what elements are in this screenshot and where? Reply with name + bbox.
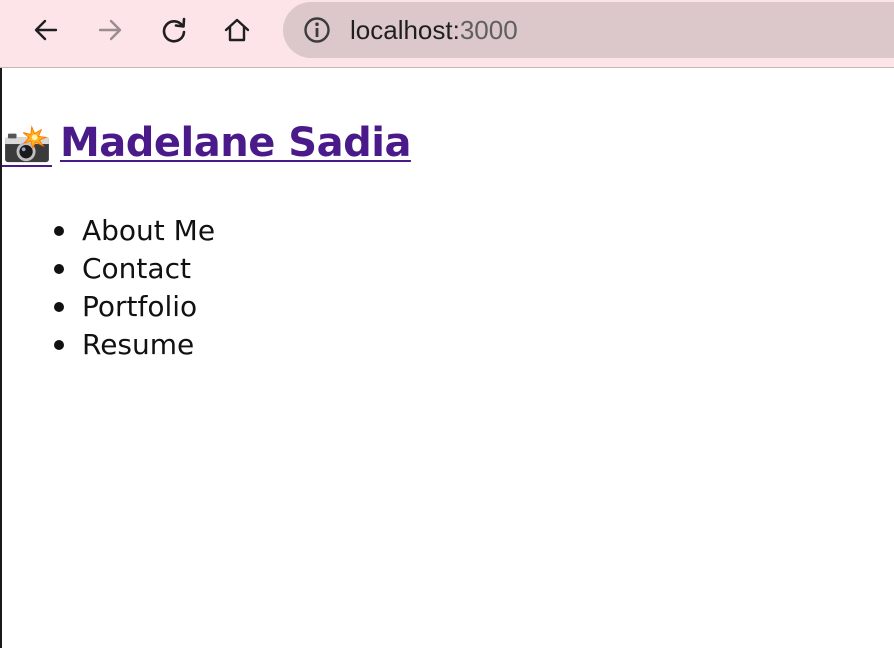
url-host: localhost: [350,15,460,45]
nav-item-portfolio[interactable]: Portfolio [54,288,215,326]
info-icon-glyph [304,17,330,43]
site-title: Madelane Sadia [60,120,411,166]
page-content: Madelane Sadia About Me Contact Portfoli… [2,69,894,648]
nav-item-label: Resume [82,328,195,361]
nav-item-label: Contact [82,252,191,285]
nav-item-label: About Me [82,214,216,247]
arrow-right-icon [98,19,122,41]
info-icon[interactable] [303,16,331,44]
home-button[interactable] [217,10,257,50]
bullet [54,302,64,312]
url-port: 3000 [459,15,518,45]
site-title-link[interactable]: Madelane Sadia [2,119,411,167]
forward-button[interactable] [90,10,130,50]
browser-toolbar: localhost:3000 [0,0,894,68]
nav-item-contact[interactable]: Contact [54,250,215,288]
arrow-left-icon [34,19,58,41]
reload-icon [162,17,186,43]
nav-item-resume[interactable]: Resume [54,326,215,364]
home-icon [224,18,250,42]
address-bar[interactable]: localhost:3000 [283,2,894,58]
bullet [54,264,64,274]
url-text[interactable]: localhost:3000 [350,14,518,46]
camera-flash-icon [2,125,52,167]
nav-item-about-me[interactable]: About Me [54,212,216,250]
site-header: Madelane Sadia [2,111,411,167]
back-button[interactable] [26,10,66,50]
bullet [54,340,64,350]
nav-item-label: Portfolio [82,290,198,323]
bullet [54,226,64,236]
main-nav: About Me Contact Portfolio Resume [54,212,216,364]
reload-button[interactable] [154,10,194,50]
